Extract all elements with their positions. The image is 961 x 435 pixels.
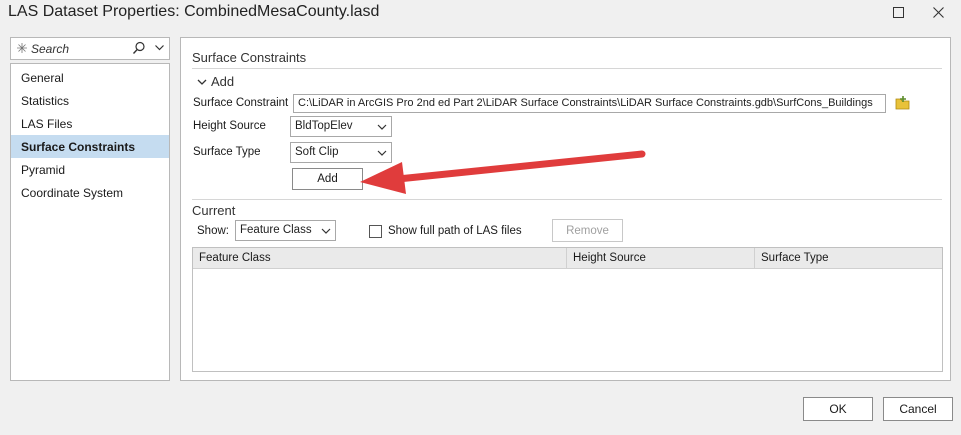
search-placeholder: Search [31, 42, 70, 56]
sidebar-item-coordinate-system[interactable]: Coordinate System [11, 181, 169, 204]
sidebar-item-general[interactable]: General [11, 66, 169, 89]
show-full-path-label: Show full path of LAS files [388, 225, 522, 237]
annotation-arrow [360, 150, 646, 194]
surface-type-label: Surface Type [193, 146, 261, 158]
chevron-down-icon [321, 228, 331, 234]
surface-constraint-label: Surface Constraint [193, 97, 289, 109]
constraints-table: Feature Class Height Source Surface Type [192, 247, 943, 372]
column-surface-type[interactable]: Surface Type [755, 248, 942, 269]
height-source-dropdown[interactable]: BldTopElev [290, 116, 392, 137]
show-full-path-checkbox[interactable] [369, 225, 382, 238]
title-divider [192, 68, 942, 69]
column-feature-class[interactable]: Feature Class [193, 248, 567, 269]
sidebar-nav: General Statistics LAS Files Surface Con… [10, 63, 170, 381]
title-bar: LAS Dataset Properties: CombinedMesaCoun… [0, 0, 961, 26]
search-icon[interactable] [132, 41, 146, 55]
browse-icon[interactable] [895, 95, 911, 111]
sidebar-item-statistics[interactable]: Statistics [11, 89, 169, 112]
sidebar: Search General Statistics LAS Files Surf… [10, 37, 170, 381]
remove-button[interactable]: Remove [552, 219, 623, 242]
close-icon [932, 6, 944, 18]
window-title: LAS Dataset Properties: CombinedMesaCoun… [8, 3, 380, 20]
maximize-button[interactable] [878, 0, 918, 24]
chevron-down-icon [197, 79, 207, 85]
ok-button[interactable]: OK [803, 397, 873, 421]
current-section-title: Current [192, 203, 236, 218]
chevron-down-icon [377, 124, 387, 130]
surface-constraint-input[interactable]: C:\LiDAR in ArcGIS Pro 2nd ed Part 2\LiD… [293, 94, 886, 113]
properties-panel: Surface Constraints Add Surface Constrai… [180, 37, 951, 381]
height-source-value: BldTopElev [295, 120, 353, 132]
column-height-source[interactable]: Height Source [567, 248, 755, 269]
height-source-label: Height Source [193, 120, 266, 132]
add-section-toggle[interactable]: Add [197, 74, 234, 89]
sparkle-icon [17, 43, 27, 53]
page-title: Surface Constraints [192, 50, 307, 65]
show-value: Feature Class [240, 224, 312, 236]
sidebar-item-surface-constraints[interactable]: Surface Constraints [11, 135, 169, 158]
search-input[interactable]: Search [10, 37, 170, 60]
sidebar-item-pyramid[interactable]: Pyramid [11, 158, 169, 181]
section-divider [192, 199, 942, 200]
sidebar-item-las-files[interactable]: LAS Files [11, 112, 169, 135]
add-section-label: Add [211, 74, 235, 89]
cancel-button[interactable]: Cancel [883, 397, 953, 421]
surface-type-value: Soft Clip [295, 146, 339, 158]
table-header: Feature Class Height Source Surface Type [193, 248, 942, 269]
show-label: Show: [197, 225, 229, 237]
chevron-down-icon[interactable] [154, 42, 165, 53]
maximize-icon [892, 6, 904, 18]
show-dropdown[interactable]: Feature Class [235, 220, 336, 241]
close-button[interactable] [918, 0, 958, 24]
